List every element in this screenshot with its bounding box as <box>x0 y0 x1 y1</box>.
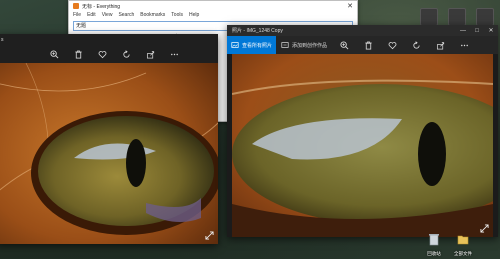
desktop-app-icon[interactable] <box>448 8 466 26</box>
photos-window-left: s <box>0 34 218 244</box>
photos-left-toolbar <box>0 45 218 63</box>
rotate-icon[interactable] <box>114 45 138 63</box>
photos-right-toolbar: 查看所有照片 添加到创作作品 <box>227 36 498 54</box>
photos-left-titlebar[interactable]: s <box>0 34 218 45</box>
everything-titlebar[interactable]: 无标 - Everything <box>69 1 357 11</box>
everything-menubar: File Edit View Search Bookmarks Tools He… <box>69 11 357 19</box>
rotate-icon[interactable] <box>404 36 428 54</box>
creation-icon <box>281 42 289 48</box>
menu-file[interactable]: File <box>73 12 81 18</box>
share-icon[interactable] <box>138 45 162 63</box>
menu-bookmarks[interactable]: Bookmarks <box>140 12 165 18</box>
recycle-bin-shortcut[interactable]: 回收站 <box>420 232 448 257</box>
zoom-in-icon[interactable] <box>332 36 356 54</box>
zoom-in-icon[interactable] <box>42 45 66 63</box>
view-all-photos-label: 查看所有照片 <box>242 42 273 49</box>
menu-help[interactable]: Help <box>189 12 199 18</box>
menu-edit[interactable]: Edit <box>87 12 96 18</box>
photos-window-right: 照片 - IMG_1248 Copy — □ ✕ 查看所有照片 添加到创作作品 <box>227 25 498 237</box>
recycle-bin-label: 回收站 <box>427 251 441 256</box>
menu-view[interactable]: View <box>102 12 113 18</box>
everything-title: 无标 - Everything <box>82 3 121 10</box>
heart-icon[interactable] <box>380 36 404 54</box>
menu-search[interactable]: Search <box>118 12 134 18</box>
everything-close-icon[interactable]: ✕ <box>347 2 353 10</box>
folder-icon <box>457 235 469 245</box>
cat-eye-zoomed-photo[interactable] <box>232 54 493 237</box>
share-icon[interactable] <box>428 36 452 54</box>
desktop-top-icons <box>420 8 494 26</box>
add-to-creation-label: 添加到创作作品 <box>292 42 328 49</box>
more-icon[interactable] <box>452 36 476 54</box>
maximize-icon[interactable]: □ <box>470 28 484 34</box>
add-to-creation-button[interactable]: 添加到创作作品 <box>276 36 332 54</box>
photos-left-title: s <box>1 36 4 43</box>
delete-icon[interactable] <box>356 36 380 54</box>
expand-icon[interactable] <box>205 231 214 240</box>
cat-eye-image <box>0 63 218 244</box>
photos-icon <box>231 42 239 48</box>
recycle-bin-icon <box>429 234 439 246</box>
expand-icon[interactable] <box>480 224 489 233</box>
cat-eye-photo[interactable] <box>0 63 218 244</box>
cat-eye-zoomed-image <box>232 54 493 237</box>
close-icon[interactable]: ✕ <box>484 27 498 34</box>
all-files-shortcut[interactable]: 全部文件 <box>449 232 477 257</box>
photos-right-title: 照片 - IMG_1248 Copy <box>232 28 283 34</box>
view-all-photos-button[interactable]: 查看所有照片 <box>227 36 277 54</box>
all-files-label: 全部文件 <box>454 251 472 256</box>
heart-icon[interactable] <box>90 45 114 63</box>
menu-tools[interactable]: Tools <box>171 12 183 18</box>
desktop-app-icon[interactable] <box>476 8 494 26</box>
photos-right-titlebar[interactable]: 照片 - IMG_1248 Copy — □ ✕ <box>227 25 498 36</box>
delete-icon[interactable] <box>66 45 90 63</box>
minimize-icon[interactable]: — <box>456 28 470 34</box>
more-icon[interactable] <box>162 45 186 63</box>
desktop-app-icon[interactable] <box>420 8 438 26</box>
everything-logo-icon <box>73 3 79 9</box>
